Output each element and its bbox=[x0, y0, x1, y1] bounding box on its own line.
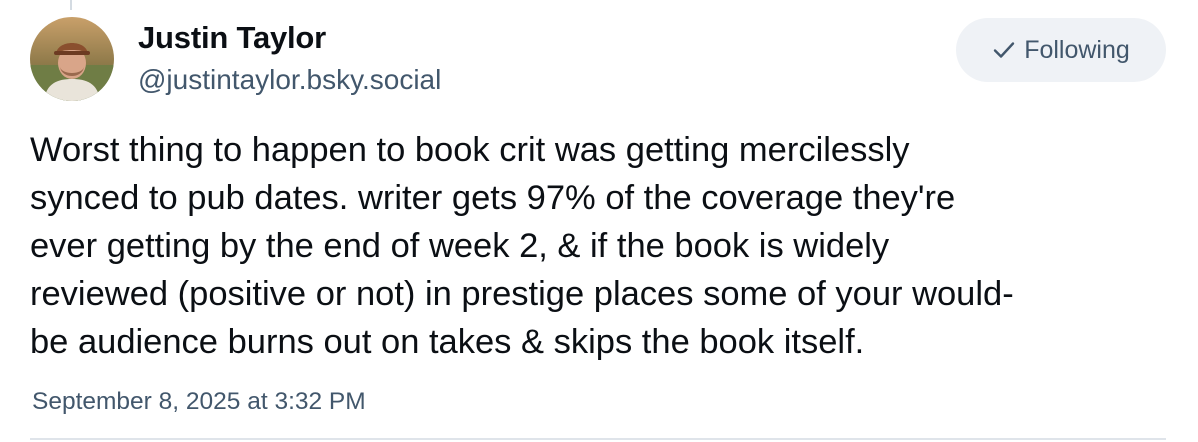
post-text-line: Worst thing to happen to book crit was g… bbox=[30, 131, 910, 169]
author-display-name[interactable]: Justin Taylor bbox=[138, 20, 326, 56]
post-text-line: synced to pub dates. writer gets 97% of … bbox=[30, 179, 956, 217]
divider bbox=[30, 438, 1166, 440]
post-timestamp[interactable]: September 8, 2025 at 3:32 PM bbox=[32, 388, 366, 416]
author-avatar[interactable] bbox=[30, 17, 114, 101]
post-text: Worst thing to happen to book crit was g… bbox=[30, 126, 1180, 366]
thread-connector-line bbox=[70, 0, 72, 10]
post-text-line: ever getting by the end of week 2, & if … bbox=[30, 227, 890, 265]
checkmark-icon bbox=[993, 42, 1015, 58]
post-text-line: be audience burns out on takes & skips t… bbox=[30, 323, 865, 361]
following-button[interactable]: Following bbox=[956, 18, 1166, 82]
following-button-label: Following bbox=[1024, 35, 1130, 64]
post-text-line: reviewed (positive or not) in prestige p… bbox=[30, 275, 1014, 313]
author-handle[interactable]: @justintaylor.bsky.social bbox=[138, 64, 441, 96]
